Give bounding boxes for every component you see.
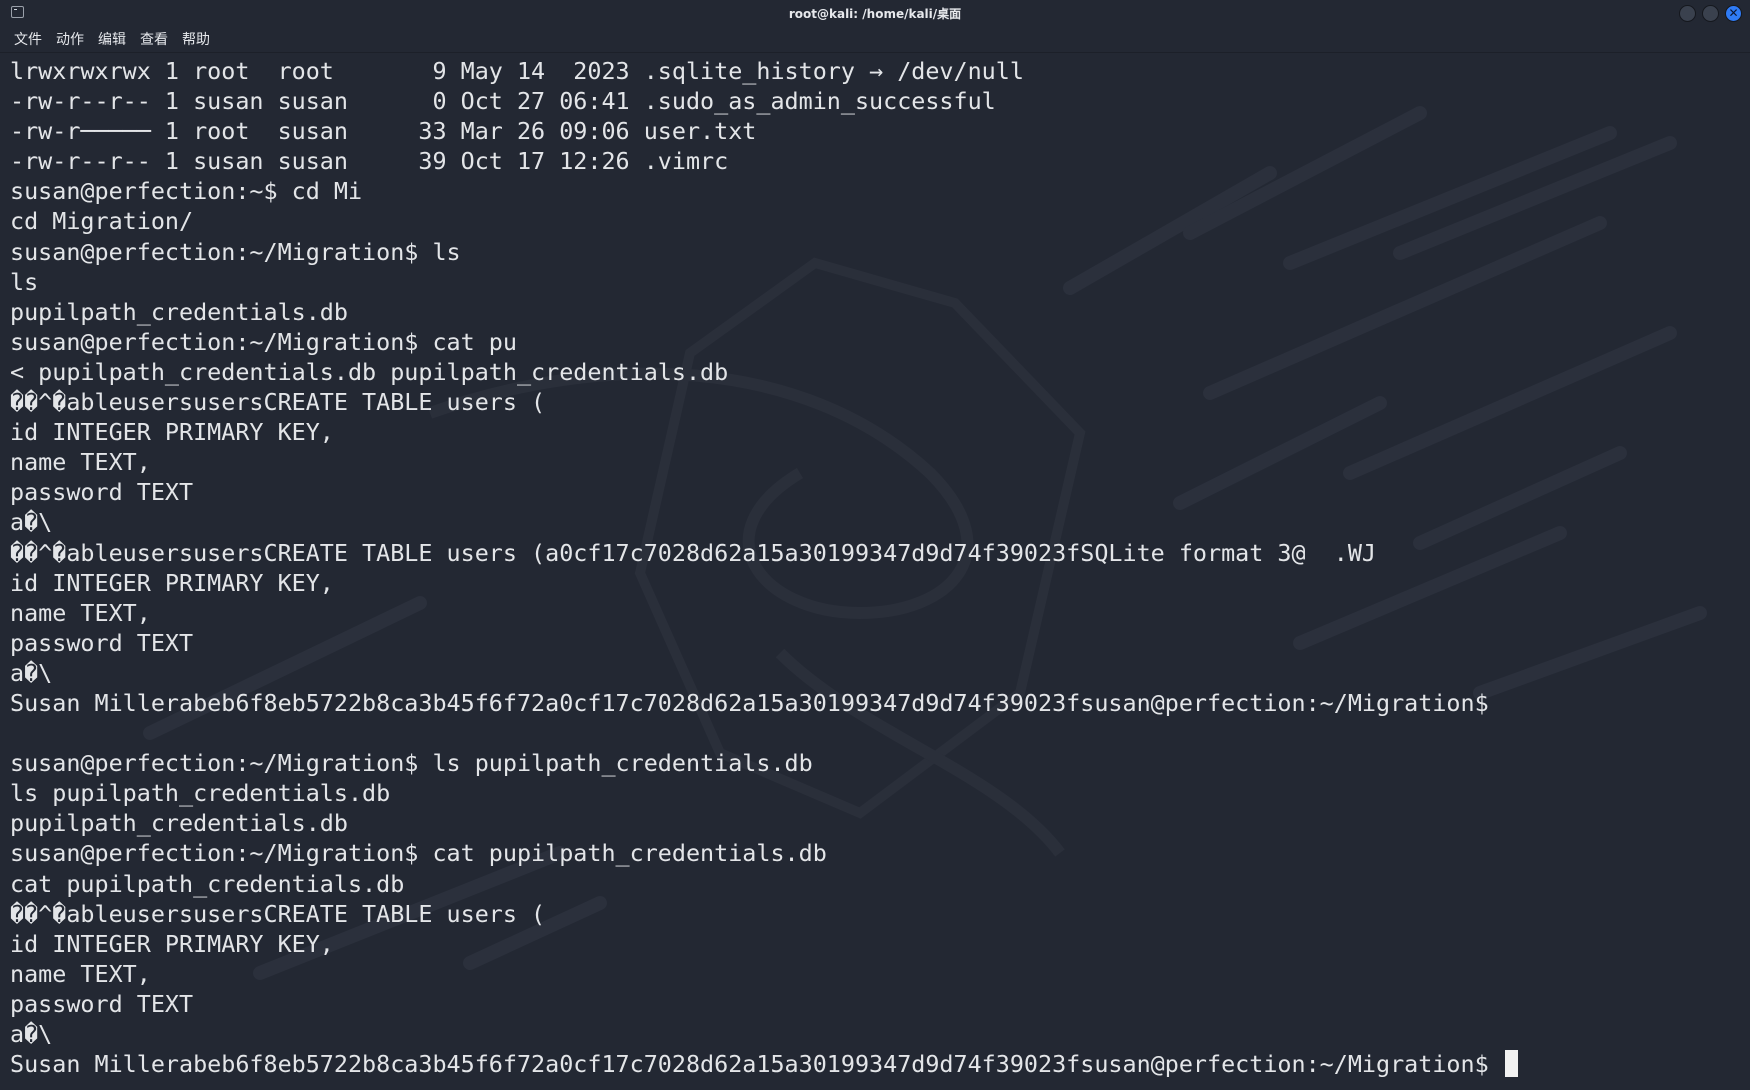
terminal-line: ��^�ableusersusersCREATE TABLE users ( bbox=[10, 899, 546, 928]
terminal-line: < pupilpath_credentials.db pupilpath_cre… bbox=[10, 357, 729, 386]
terminal-line: name TEXT, bbox=[10, 959, 151, 988]
terminal-line: id INTEGER PRIMARY KEY, bbox=[10, 568, 334, 597]
terminal-line: ls bbox=[10, 267, 39, 296]
terminal-line: susan@perfection:~$ cd Mi bbox=[10, 177, 363, 206]
close-icon: ✕ bbox=[1728, 6, 1739, 20]
menu-edit[interactable]: 编辑 bbox=[98, 28, 126, 52]
terminal-line: -rw-r───── 1 root susan 33 Mar 26 09:06 … bbox=[10, 117, 757, 146]
terminal-output[interactable]: lrwxrwxrwx 1 root root 9 May 14 2023 .sq… bbox=[10, 56, 1518, 1079]
terminal-line: -rw-r--r-- 1 susan susan 39 Oct 17 12:26… bbox=[10, 147, 729, 176]
terminal-line: a�\ bbox=[10, 1020, 53, 1048]
terminal-line: ls pupilpath_credentials.db bbox=[10, 779, 391, 808]
terminal-cursor bbox=[1504, 1050, 1518, 1078]
terminal-line: -rw-r--r-- 1 susan susan 0 Oct 27 06:41 … bbox=[10, 87, 996, 116]
terminal-line: ��^�ableusersusersCREATE TABLE users (a0… bbox=[10, 538, 1376, 567]
terminal-line: pupilpath_credentials.db bbox=[10, 809, 348, 838]
maximize-button[interactable] bbox=[1702, 5, 1719, 22]
terminal-line: id INTEGER PRIMARY KEY, bbox=[10, 929, 334, 958]
close-button[interactable]: ✕ bbox=[1725, 5, 1742, 22]
terminal-line: Susan Millerabeb6f8eb5722b8ca3b45f6f72a0… bbox=[10, 688, 1489, 717]
menu-help[interactable]: 帮助 bbox=[182, 28, 210, 52]
terminal-line: name TEXT, bbox=[10, 598, 151, 627]
terminal-line: susan@perfection:~/Migration$ cat pu bbox=[10, 327, 517, 356]
minimize-button[interactable] bbox=[1679, 5, 1696, 22]
menu-file[interactable]: 文件 bbox=[14, 28, 42, 52]
terminal-line: cd Migration/ bbox=[10, 207, 194, 236]
terminal-line: susan@perfection:~/Migration$ cat pupilp… bbox=[10, 839, 827, 868]
terminal-line: password TEXT bbox=[10, 478, 194, 507]
terminal-line: Susan Millerabeb6f8eb5722b8ca3b45f6f72a0… bbox=[10, 1049, 1518, 1079]
terminal-line: susan@perfection:~/Migration$ ls bbox=[10, 237, 461, 266]
terminal-line: cat pupilpath_credentials.db bbox=[10, 869, 405, 898]
terminal-line: id INTEGER PRIMARY KEY, bbox=[10, 418, 334, 447]
terminal-line: name TEXT, bbox=[10, 448, 151, 477]
menu-action[interactable]: 动作 bbox=[56, 28, 84, 52]
terminal-line: password TEXT bbox=[10, 989, 194, 1018]
terminal-line: password TEXT bbox=[10, 628, 194, 657]
terminal-line: pupilpath_credentials.db bbox=[10, 297, 348, 326]
window-title: root@kali: /home/kali/桌面 bbox=[788, 7, 962, 21]
title-bar: root@kali: /home/kali/桌面 ✕ bbox=[0, 0, 1750, 26]
terminal-line: a�\ bbox=[10, 508, 53, 537]
terminal-line: lrwxrwxrwx 1 root root 9 May 14 2023 .sq… bbox=[10, 57, 1024, 85]
menu-bar: 文件 动作 编辑 查看 帮助 bbox=[0, 28, 1750, 53]
terminal-line: a�\ bbox=[10, 658, 53, 687]
terminal-line: susan@perfection:~/Migration$ ls pupilpa… bbox=[10, 749, 813, 778]
menu-view[interactable]: 查看 bbox=[140, 28, 168, 52]
terminal-line: ��^�ableusersusersCREATE TABLE users ( bbox=[10, 388, 546, 417]
